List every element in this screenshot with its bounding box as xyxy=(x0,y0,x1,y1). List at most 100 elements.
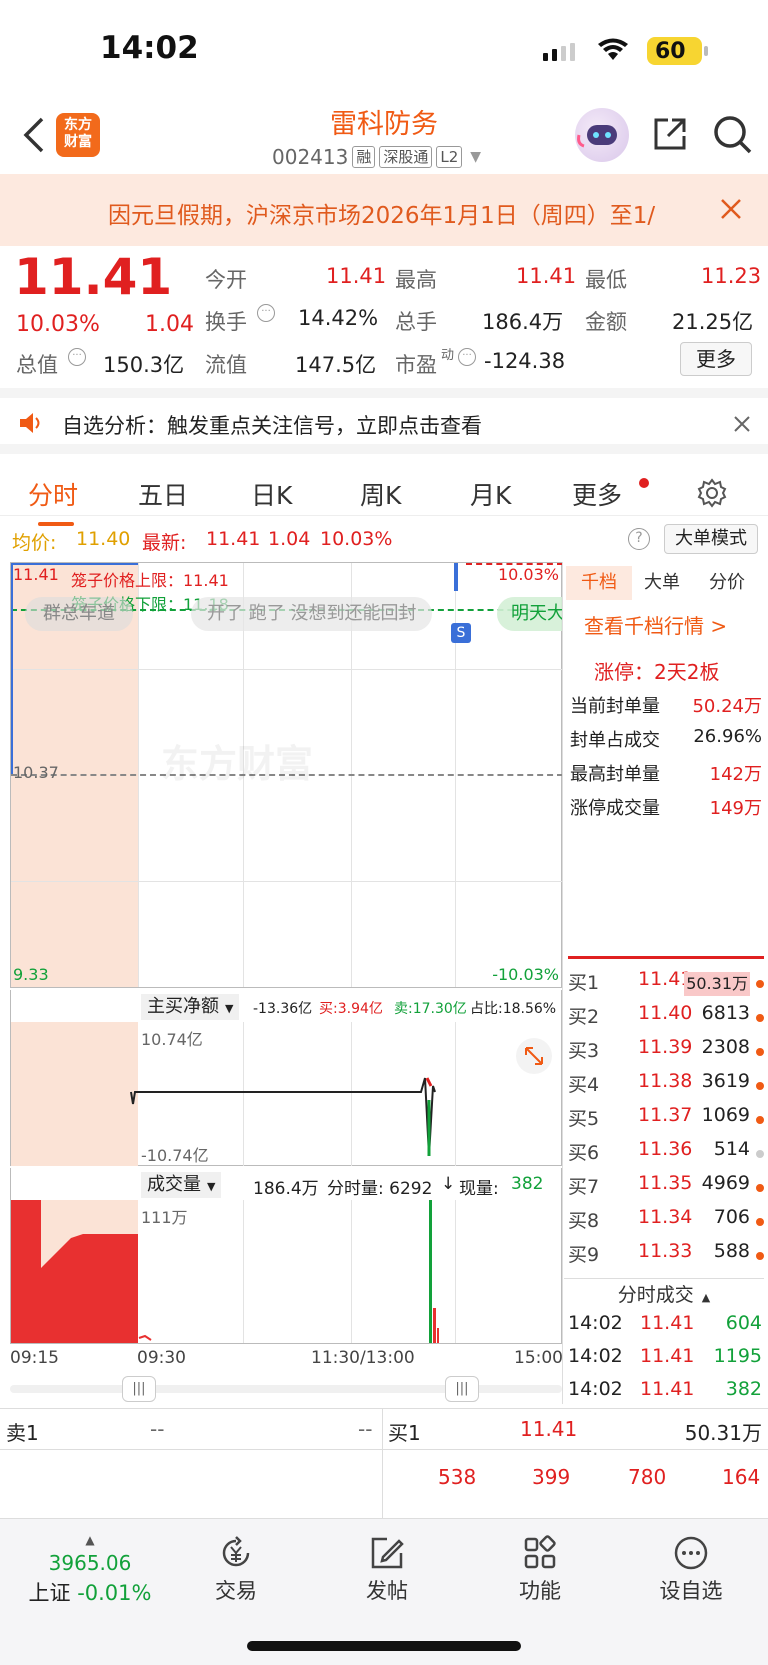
trade-time: 14:02 xyxy=(568,1378,623,1400)
tab-five-day[interactable]: 五日 xyxy=(138,476,188,512)
close-icon[interactable] xyxy=(720,198,742,224)
tab-weekly-k[interactable]: 周K xyxy=(360,476,401,512)
trade-row: 14:02 11.41 382 xyxy=(568,1378,764,1412)
volume-max: 111万 xyxy=(141,1208,188,1227)
chart-tabs: 分时 五日 日K 周K 月K 更多 xyxy=(0,444,768,526)
more-icon xyxy=(671,1535,711,1571)
ask1-volume: -- xyxy=(358,1417,373,1441)
change-amount: 1.04 xyxy=(145,312,194,337)
bid-row[interactable]: 买3 11.39 2308 xyxy=(568,1036,764,1070)
index-ticker[interactable]: ▲ 3965.06 上证 -0.01% xyxy=(20,1533,160,1607)
info-icon[interactable]: ··· xyxy=(458,348,476,366)
bid-row[interactable]: 买4 11.38 3619 xyxy=(568,1070,764,1104)
bid-row[interactable]: 买6 11.36 514 xyxy=(568,1138,764,1172)
time-0915: 09:15 xyxy=(10,1348,59,1368)
bid-row[interactable]: 买1 11.41 50.31万 xyxy=(568,968,764,1002)
comment-bubble[interactable]: 明天大 xyxy=(497,597,563,631)
big-order-mode-button[interactable]: 大单模式 xyxy=(664,524,758,554)
tag-margin: 融 xyxy=(352,146,376,168)
bid-row[interactable]: 买5 11.37 1069 xyxy=(568,1104,764,1138)
more-button[interactable]: 更多 xyxy=(680,342,752,376)
info-icon[interactable]: ··· xyxy=(257,304,275,322)
chart-top-left: 11.41 xyxy=(13,565,59,584)
bid-row[interactable]: 买8 11.34 706 xyxy=(568,1206,764,1240)
time-1500: 15:00 xyxy=(514,1348,563,1368)
current-price: 11.41 xyxy=(14,248,173,306)
nav-add-watchlist[interactable]: 设自选 xyxy=(631,1535,751,1605)
trade-price: 11.41 xyxy=(640,1345,695,1367)
volume-value: 186.4万 xyxy=(482,310,564,334)
stock-code-row[interactable]: 002413 融 深股通 L2 ▼ xyxy=(272,145,481,169)
intraday-chart[interactable]: 11.41 10.03% 10.37 9.33 -10.03% 笼子价格上限：1… xyxy=(10,562,563,988)
banner-text: 因元旦假期，沪深京市场2026年1月1日（周四）至1/ xyxy=(108,203,656,229)
volume-chart[interactable]: 成交量 ▼ 186.4万 分时量: 6292 ↓ 现量: 382 111万 xyxy=(10,1168,563,1344)
bid-row[interactable]: 买7 11.35 4969 xyxy=(568,1172,764,1206)
info-icon[interactable]: ··· xyxy=(68,348,86,366)
trade-volume: 604 xyxy=(725,1312,762,1334)
chart-top-right: 10.03% xyxy=(497,565,559,584)
range-track xyxy=(10,1385,562,1393)
price-line-end xyxy=(454,563,458,591)
low-value: 11.23 xyxy=(701,264,762,288)
bid-dot-icon xyxy=(756,1184,764,1192)
chevron-down-icon: ▼ xyxy=(470,149,482,165)
tag-connect: 深股通 xyxy=(379,146,433,168)
bid-label: 买8 xyxy=(568,1210,600,1232)
bid-dot-icon xyxy=(756,980,764,988)
queue-order: 164 xyxy=(722,1465,761,1489)
help-icon[interactable]: ? xyxy=(628,528,650,550)
volume-total: 186.4万 xyxy=(253,1179,319,1199)
thousand-level-link[interactable]: 查看千档行情 > xyxy=(584,610,727,639)
nav-trade[interactable]: 交易 xyxy=(176,1535,296,1605)
tab-intraday[interactable]: 分时 xyxy=(28,476,78,526)
bid1-price: 11.41 xyxy=(520,1417,578,1441)
nav-post[interactable]: 发帖 xyxy=(327,1535,447,1605)
stock-code: 002413 xyxy=(272,145,349,169)
comment-bubble[interactable]: 开了 跑了 没想到还能回封 xyxy=(191,597,433,631)
range-handle-right[interactable]: ||| xyxy=(445,1376,479,1402)
range-handle-left[interactable]: ||| xyxy=(122,1376,156,1402)
tab-big-order[interactable]: 大单 xyxy=(644,566,680,600)
tag-level2: L2 xyxy=(436,146,463,168)
bid-dot-icon xyxy=(756,1150,764,1158)
expand-icon[interactable] xyxy=(516,1038,552,1074)
trades-header[interactable]: 分时成交 ▲ xyxy=(564,1278,764,1310)
trade-row: 14:02 11.41 604 xyxy=(568,1312,764,1346)
nav-functions[interactable]: 功能 xyxy=(480,1535,600,1605)
comment-bubble[interactable]: 群总车道 xyxy=(25,597,133,631)
volume-selector[interactable]: 成交量 ▼ xyxy=(141,1172,222,1198)
search-icon[interactable] xyxy=(712,114,754,160)
bid-dot-icon xyxy=(756,1082,764,1090)
tab-daily-k[interactable]: 日K xyxy=(251,476,292,512)
bid-volume: 50.31万 xyxy=(684,972,750,996)
share-icon[interactable] xyxy=(650,114,690,158)
bid-label: 买4 xyxy=(568,1074,600,1096)
high-value: 11.41 xyxy=(516,264,577,288)
trade-row: 14:02 11.41 1195 xyxy=(568,1345,764,1379)
bid1-label: 买1 xyxy=(388,1421,421,1445)
down-arrow-icon: ↓ xyxy=(441,1174,456,1194)
bid-dot-icon xyxy=(756,1048,764,1056)
latest-pct: 10.03% xyxy=(320,528,393,550)
bid-volume: 706 xyxy=(713,1206,750,1228)
trade-volume: 1195 xyxy=(713,1345,762,1367)
sell-marker[interactable]: S xyxy=(451,623,471,643)
watermark: 东方财富 xyxy=(161,742,314,786)
robot-avatar-icon[interactable] xyxy=(575,108,629,162)
tab-more[interactable]: 更多 xyxy=(572,476,622,512)
time-0930: 09:30 xyxy=(137,1348,186,1368)
tab-thousand-level[interactable]: 千档 xyxy=(566,566,632,600)
float-cap-label: 流值 xyxy=(205,353,247,377)
bid-price: 11.33 xyxy=(638,1240,693,1262)
tab-price-dist[interactable]: 分价 xyxy=(709,566,745,600)
close-icon[interactable] xyxy=(734,416,750,436)
low-label: 最低 xyxy=(585,268,627,292)
bid-row[interactable]: 买9 11.33 588 xyxy=(568,1240,764,1274)
net-buy-chart[interactable]: 主买净额 ▼ -13.36亿 买:3.94亿 卖:17.30亿 占比:18.56%… xyxy=(10,990,562,1166)
bid-row[interactable]: 买2 11.40 6813 xyxy=(568,1002,764,1036)
latest-change: 1.04 xyxy=(268,528,311,550)
tab-monthly-k[interactable]: 月K xyxy=(470,476,511,512)
gear-icon[interactable] xyxy=(697,478,727,512)
avg-label: 均价: xyxy=(12,532,57,554)
speaker-icon xyxy=(18,412,44,438)
